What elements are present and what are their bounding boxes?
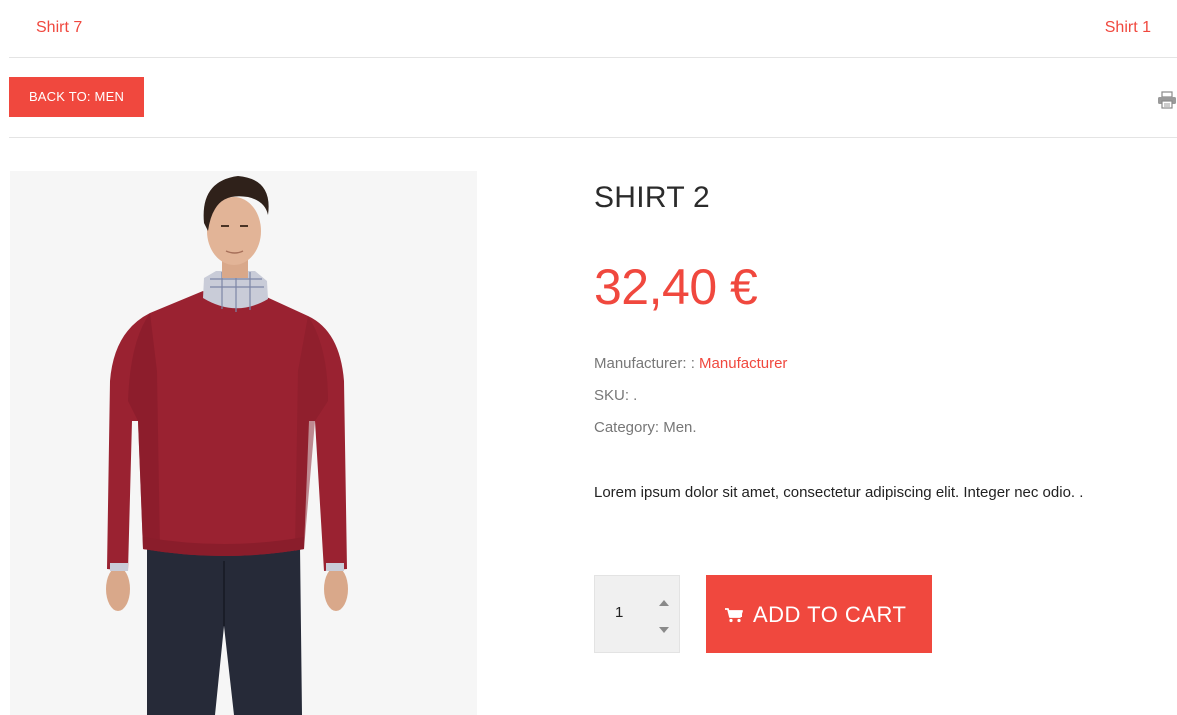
manufacturer-row: Manufacturer: : Manufacturer bbox=[594, 355, 787, 372]
back-bar: BACK TO: MEN bbox=[9, 57, 1177, 138]
back-to-category-button[interactable]: BACK TO: MEN bbox=[9, 77, 144, 117]
add-to-cart-button[interactable]: ADD TO CART bbox=[706, 575, 932, 653]
manufacturer-link[interactable]: Manufacturer bbox=[699, 355, 787, 372]
add-to-cart-label: ADD TO CART bbox=[753, 602, 907, 627]
category-row: Category: Men. bbox=[594, 419, 697, 436]
next-product-link[interactable]: Shirt 1 bbox=[1105, 19, 1151, 37]
caret-down-icon[interactable] bbox=[659, 626, 669, 634]
product-price: 32,40 € bbox=[594, 259, 758, 315]
product-title: SHIRT 2 bbox=[594, 181, 711, 214]
caret-up-icon[interactable] bbox=[659, 599, 669, 607]
product-navigation: Shirt 7 Shirt 1 bbox=[9, 0, 1177, 58]
product-description: Lorem ipsum dolor sit amet, consectetur … bbox=[594, 484, 1084, 501]
print-icon[interactable] bbox=[1157, 91, 1177, 109]
quantity-stepper[interactable]: 1 bbox=[594, 575, 680, 653]
quantity-value[interactable]: 1 bbox=[615, 604, 623, 621]
product-image[interactable] bbox=[10, 171, 477, 715]
sku-row: SKU: . bbox=[594, 387, 638, 404]
previous-product-link[interactable]: Shirt 7 bbox=[36, 19, 82, 37]
manufacturer-label: Manufacturer: : bbox=[594, 355, 700, 372]
product-photo bbox=[106, 176, 348, 715]
product-page: Shirt 7 Shirt 1 BACK TO: MEN SHIRT 2 32,… bbox=[0, 0, 1177, 715]
shopping-cart-icon bbox=[725, 608, 743, 623]
